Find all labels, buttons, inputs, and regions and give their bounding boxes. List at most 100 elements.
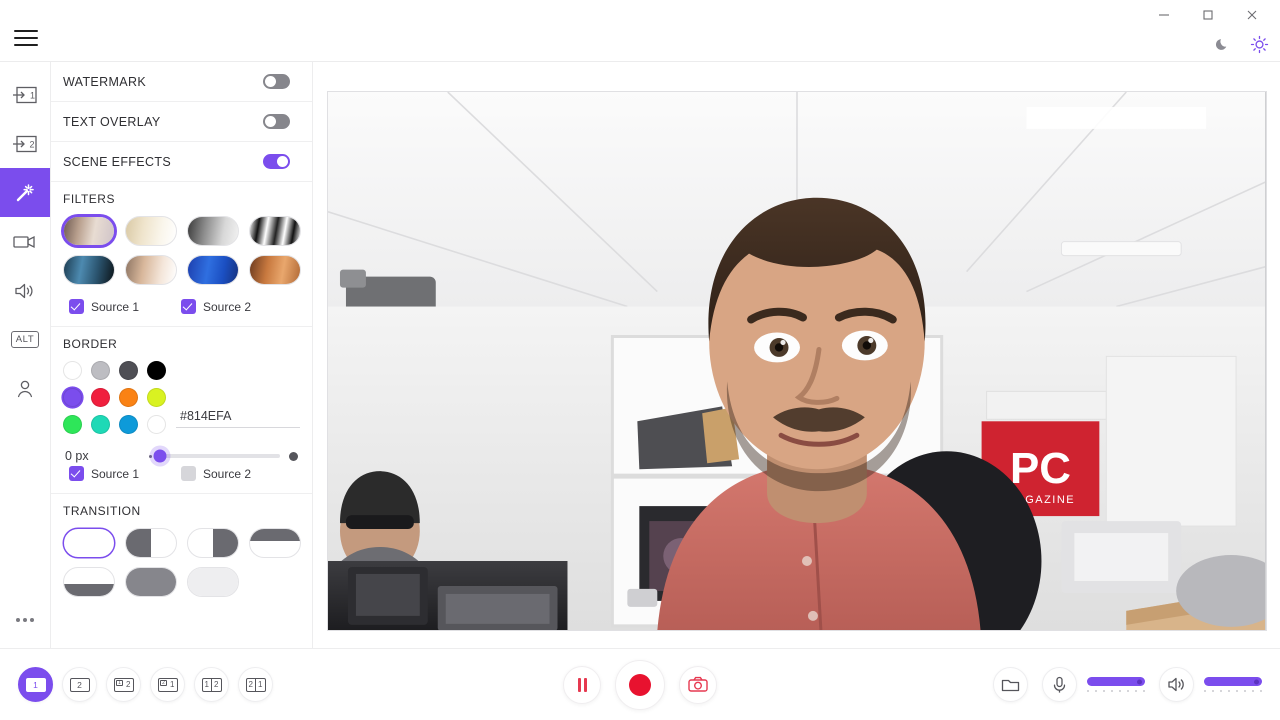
border-source-1-checkbox[interactable] <box>69 466 84 481</box>
filter-blue[interactable] <box>187 255 239 285</box>
border-swatch-11[interactable] <box>147 415 166 434</box>
rail-item-source-1[interactable]: 1 <box>0 70 50 119</box>
layout-pip-1-2[interactable]: 12 <box>106 667 141 702</box>
filters-source-1-label: Source 1 <box>91 299 140 314</box>
layout-single-box: 2 <box>69 677 90 692</box>
microphone-level-slider[interactable] <box>1087 677 1145 692</box>
rail-item-audio[interactable] <box>0 266 50 315</box>
hamburger-menu-icon[interactable] <box>14 30 38 46</box>
filters-section: FILTERS Source 1 Source 2 <box>51 182 312 327</box>
layout-split-1-2[interactable]: 12 <box>194 667 229 702</box>
speaker-level-bar[interactable] <box>1204 677 1262 686</box>
border-swatch-6[interactable] <box>119 388 138 407</box>
transition-fade[interactable] <box>187 567 239 597</box>
video-preview[interactable]: PC MAGAZINE <box>326 91 1267 631</box>
filters-source-1-checkbox[interactable] <box>69 299 84 314</box>
record-icon <box>629 673 651 696</box>
border-swatch-8[interactable] <box>63 415 82 434</box>
filters-source-1[interactable]: Source 1 <box>69 299 181 314</box>
speaker-volume-icon <box>1167 677 1184 692</box>
transition-none[interactable] <box>63 528 115 558</box>
filters-source-row: Source 1 Source 2 <box>63 297 300 320</box>
transition-wipe-down[interactable] <box>63 567 115 597</box>
filter-thumbnail-image <box>64 217 114 245</box>
border-swatch-1[interactable] <box>91 361 110 380</box>
maximize-button[interactable] <box>1186 0 1230 30</box>
theme-switcher <box>1212 33 1270 55</box>
layout-buttons: 1212211221 <box>18 667 273 702</box>
microphone-button[interactable] <box>1042 667 1077 702</box>
filter-bright[interactable] <box>125 255 177 285</box>
minimize-button[interactable] <box>1142 0 1186 30</box>
layout-pip-2-1[interactable]: 21 <box>150 667 185 702</box>
transition-wipe-left[interactable] <box>125 528 177 558</box>
layout-single-1[interactable]: 1 <box>18 667 53 702</box>
slider-thumb[interactable] <box>153 449 167 463</box>
moon-icon[interactable] <box>1212 33 1234 55</box>
open-folder-button[interactable] <box>993 667 1028 702</box>
transition-wipe-up[interactable] <box>249 528 301 558</box>
rail-item-alt[interactable]: ALT <box>0 315 50 364</box>
rail-more-options-icon[interactable] <box>0 600 50 640</box>
speaker-level-slider[interactable] <box>1204 677 1262 692</box>
layout-single-2[interactable]: 2 <box>62 667 97 702</box>
filter-warm[interactable] <box>249 255 301 285</box>
border-swatch-7[interactable] <box>147 388 166 407</box>
preview-wrap: PC MAGAZINE <box>313 62 1280 648</box>
rail-item-video[interactable] <box>0 217 50 266</box>
watermark-toggle[interactable] <box>263 74 290 89</box>
border-title: BORDER <box>63 337 118 351</box>
filters-source-2[interactable]: Source 2 <box>181 299 293 314</box>
border-swatch-10[interactable] <box>119 415 138 434</box>
border-thickness-slider[interactable] <box>149 448 298 464</box>
pause-button[interactable] <box>563 665 601 704</box>
layout-icon: 21 <box>245 677 266 692</box>
border-hex-input[interactable] <box>176 407 300 428</box>
filter-threshold[interactable] <box>249 216 301 246</box>
toggle-row-watermark[interactable]: WATERMARK <box>51 62 312 102</box>
filters-source-2-checkbox[interactable] <box>181 299 196 314</box>
border-swatch-5[interactable] <box>91 388 110 407</box>
bottom-toolbar: 1212211221 <box>0 648 1280 720</box>
app-body: 1 2 ALT WATERMARK TEXT OVERLAY SCENE EFF… <box>0 62 1280 648</box>
toggle-row-text-overlay[interactable]: TEXT OVERLAY <box>51 102 312 142</box>
filter-normal[interactable] <box>63 216 115 246</box>
close-button[interactable] <box>1230 0 1274 30</box>
transition-title: TRANSITION <box>63 504 141 518</box>
record-button[interactable] <box>615 659 665 710</box>
effects-settings-panel: WATERMARK TEXT OVERLAY SCENE EFFECTS FIL… <box>51 62 313 648</box>
border-source-1[interactable]: Source 1 <box>69 466 181 481</box>
filter-sepia[interactable] <box>125 216 177 246</box>
border-swatch-0[interactable] <box>63 361 82 380</box>
rail-item-account[interactable] <box>0 364 50 413</box>
layout-split-2-1[interactable]: 21 <box>238 667 273 702</box>
border-swatch-4[interactable] <box>63 388 82 407</box>
snapshot-button[interactable] <box>679 665 717 704</box>
scene-effects-toggle[interactable] <box>263 154 290 169</box>
transition-fill[interactable] <box>125 567 177 597</box>
slider-track[interactable] <box>153 449 280 463</box>
filter-grayscale[interactable] <box>187 216 239 246</box>
transition-wipe-right[interactable] <box>187 528 239 558</box>
scene-effects-label: SCENE EFFECTS <box>63 154 172 169</box>
filter-thumbnail-image <box>64 256 114 284</box>
folder-icon <box>1001 679 1020 691</box>
rail-item-source-2[interactable]: 2 <box>0 119 50 168</box>
microphone-level-bar[interactable] <box>1087 677 1145 686</box>
sun-icon[interactable] <box>1248 33 1270 55</box>
border-source-2-checkbox[interactable] <box>181 466 196 481</box>
text-overlay-label: TEXT OVERLAY <box>63 114 161 129</box>
border-swatch-3[interactable] <box>147 361 166 380</box>
toggle-row-scene-effects[interactable]: SCENE EFFECTS <box>51 142 312 182</box>
border-body <box>63 361 300 434</box>
border-source-2[interactable]: Source 2 <box>181 466 293 481</box>
border-swatch-9[interactable] <box>91 415 110 434</box>
speaker-button[interactable] <box>1159 667 1194 702</box>
slider-max-dot <box>289 451 298 461</box>
rail-item-effects[interactable] <box>0 168 50 217</box>
text-overlay-toggle[interactable] <box>263 114 290 129</box>
border-swatch-2[interactable] <box>119 361 138 380</box>
layout-pip-box: 21 <box>157 677 178 692</box>
layout-icon: 2 <box>69 677 90 692</box>
filter-cool[interactable] <box>63 255 115 285</box>
